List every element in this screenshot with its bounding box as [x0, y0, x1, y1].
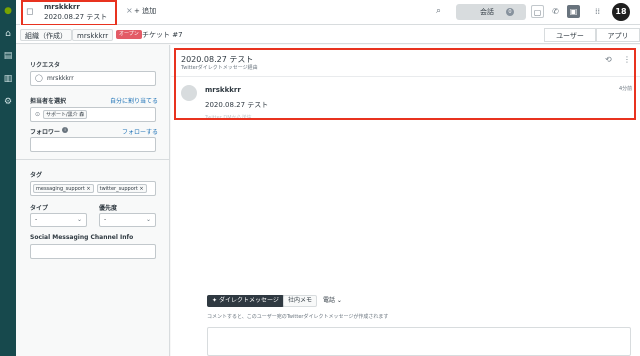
requester-label: リクエスタ — [30, 62, 61, 69]
breadcrumb-ticket[interactable]: チケット #7 — [142, 29, 183, 41]
highlight-box-tab — [21, 0, 117, 26]
ticket-properties-panel: リクエスタ ◯ mrskkkrr 担当者を選択 自分に割り当てる ⊙ サポート/… — [16, 45, 170, 356]
close-tab-icon[interactable]: × — [126, 6, 133, 15]
reports-icon[interactable]: ▥ — [2, 74, 14, 84]
requester-value: mrskkkrr — [47, 75, 74, 82]
priority-value: - — [104, 216, 107, 223]
twitter-icon: ✦ — [212, 297, 219, 304]
internal-note-button[interactable]: 社内メモ — [283, 295, 318, 307]
priority-label: 優先度 — [99, 205, 118, 212]
type-value: - — [35, 216, 38, 223]
chevron-down-icon: ⌄ — [335, 297, 342, 304]
tag-chip[interactable]: twitter_support × — [96, 184, 147, 193]
tag-text: messaging_support — [36, 186, 85, 192]
zendesk-logo-icon: ● — [4, 6, 12, 16]
left-nav-rail: ● ⌂ ▤ ▥ ⚙ — [0, 0, 16, 356]
tag-text: twitter_support — [99, 186, 138, 192]
app-window: ● ⌂ ▤ ▥ ⚙ ◻ mrskkkrr 2020.08.27 テスト × + … — [0, 0, 640, 356]
priority-select[interactable]: - ⌄ — [99, 213, 156, 227]
breadcrumb-bar: 組織（作成） mrskkkrr オープン チケット #7 ユーザー アプリ — [16, 25, 640, 44]
home-icon[interactable]: ⌂ — [2, 29, 14, 39]
phone-icon[interactable]: ✆ — [549, 5, 562, 18]
tab-apps[interactable]: アプリ — [596, 28, 640, 42]
chat-icon[interactable]: ▢ — [531, 5, 544, 18]
messaging-icon[interactable]: ▣ — [567, 5, 580, 18]
smc-label: Social Messaging Channel Info — [30, 234, 134, 241]
type-label: タイプ — [30, 205, 49, 212]
breadcrumb-organization[interactable]: 組織（作成） — [20, 29, 72, 41]
search-icon[interactable]: ⌕ — [436, 6, 441, 16]
status-badge: オープン — [116, 30, 142, 39]
add-tab-button[interactable]: + 追加 — [134, 6, 156, 16]
followers-label: フォロワー — [30, 129, 61, 136]
highlight-box-conversation — [174, 48, 636, 120]
product-tray-icon[interactable]: ⁞⁞ — [591, 5, 604, 18]
chevron-down-icon: ⌄ — [76, 216, 82, 223]
assignee-field[interactable]: ⊙ サポート/黒介 森 — [30, 107, 156, 122]
admin-gear-icon[interactable]: ⚙ — [2, 97, 14, 107]
comment-editor[interactable] — [207, 327, 631, 356]
channel-direct-message-button[interactable]: ✦ ダイレクトメッセージ — [207, 295, 284, 307]
channel-label: ダイレクトメッセージ — [218, 297, 279, 304]
breadcrumb-user[interactable]: mrskkkrr — [72, 29, 114, 41]
type-select[interactable]: - ⌄ — [30, 213, 87, 227]
assignee-value: サポート/黒介 森 — [43, 110, 88, 119]
composer-hint: コメントすると、このユーザー宛のTwitterダイレクトメッセージが作成されます — [207, 314, 389, 320]
follow-link[interactable]: フォローする — [122, 127, 158, 136]
conversations-label: 会話 — [480, 8, 494, 16]
tags-field[interactable]: messaging_support × twitter_support × — [30, 181, 156, 196]
assign-me-link[interactable]: 自分に割り当てる — [110, 96, 158, 105]
divider — [16, 159, 170, 160]
chevron-down-icon: ⌄ — [145, 216, 151, 223]
requester-field[interactable]: ◯ mrskkkrr — [30, 71, 156, 86]
assignee-label: 担当者を選択 — [30, 98, 67, 105]
views-icon[interactable]: ▤ — [2, 51, 14, 61]
user-icon: ◯ — [35, 74, 43, 82]
phone-channel-button[interactable]: 電話 ⌄ — [323, 295, 342, 307]
phone-label: 電話 — [323, 297, 336, 304]
smc-field[interactable] — [30, 244, 156, 259]
group-icon: ⊙ — [35, 111, 41, 118]
tags-label: タグ — [30, 172, 43, 179]
info-icon[interactable]: i — [62, 127, 68, 133]
conversations-count-badge: 0 — [506, 8, 514, 16]
tag-chip[interactable]: messaging_support × — [33, 184, 94, 193]
followers-field[interactable] — [30, 137, 156, 152]
tab-user[interactable]: ユーザー — [544, 28, 596, 42]
conversations-button[interactable]: 会話 0 — [456, 4, 526, 20]
profile-avatar[interactable]: 18 — [612, 3, 630, 21]
